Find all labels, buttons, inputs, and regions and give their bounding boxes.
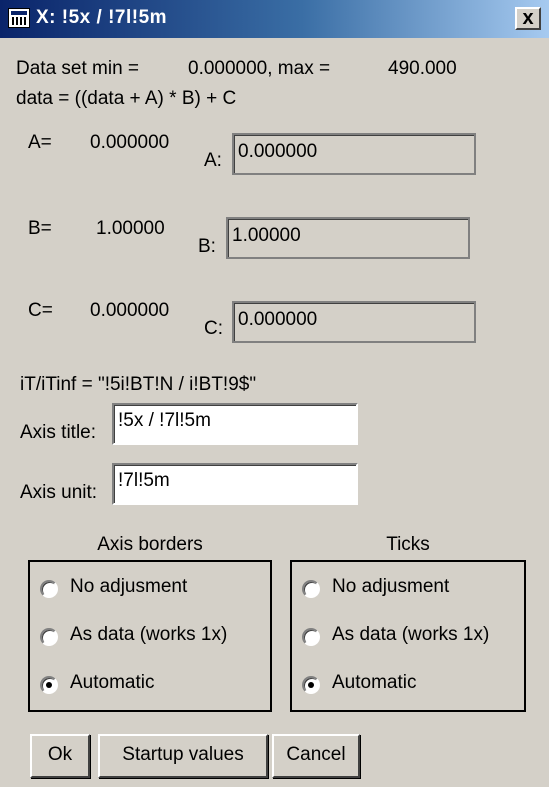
param-a-label: A= xyxy=(28,132,52,153)
param-c-field[interactable]: 0.000000 xyxy=(232,301,476,343)
axis-borders-radio-no-adjust[interactable] xyxy=(40,580,58,598)
param-b-field[interactable]: 1.00000 xyxy=(226,217,470,259)
ticks-option-label: Automatic xyxy=(332,672,417,693)
ticks-radio-automatic[interactable] xyxy=(302,676,320,694)
param-c-value: 0.000000 xyxy=(90,300,170,321)
ok-button[interactable]: Ok xyxy=(30,734,90,778)
axis-unit-label: Axis unit: xyxy=(20,482,98,503)
axis-borders-radio-automatic[interactable] xyxy=(40,676,58,694)
param-c-field-label: C: xyxy=(204,318,223,339)
max-value: 490.000 xyxy=(388,58,457,79)
cancel-button[interactable]: Cancel xyxy=(272,734,360,778)
axis-borders-option-label: As data (works 1x) xyxy=(70,624,228,645)
ticks-title: Ticks xyxy=(386,534,430,555)
param-a-field[interactable]: 0.000000 xyxy=(232,133,476,175)
formula-text: data = ((data + A) * B) + C xyxy=(16,88,237,109)
axis-borders-group: No adjusment As data (works 1x) Automati… xyxy=(28,560,272,712)
ticks-radio-as-data[interactable] xyxy=(302,628,320,646)
window-title: X: !5x / !7l!5m xyxy=(36,7,168,28)
title-bar: X: !5x / !7l!5m x xyxy=(0,0,549,38)
param-c-label: C= xyxy=(28,300,53,321)
ticks-option-label: As data (works 1x) xyxy=(332,624,490,645)
param-b-value: 1.00000 xyxy=(96,218,165,239)
range-label: Data set min = xyxy=(16,58,140,79)
param-b-field-label: B: xyxy=(198,236,216,257)
axis-title-label: Axis title: xyxy=(20,422,97,443)
window-icon xyxy=(8,8,30,28)
ticks-group: No adjusment As data (works 1x) Automati… xyxy=(290,560,526,712)
axis-borders-radio-as-data[interactable] xyxy=(40,628,58,646)
axis-borders-option-label: Automatic xyxy=(70,672,155,693)
min-value: 0.000000, max = xyxy=(188,58,331,79)
param-b-label: B= xyxy=(28,218,52,239)
startup-values-button[interactable]: Startup values xyxy=(98,734,268,778)
tinf-text: iT/iTinf = "!5i!BT!N / i!BT!9$" xyxy=(20,374,257,395)
axis-borders-option-label: No adjusment xyxy=(70,576,188,597)
axis-borders-title: Axis borders xyxy=(97,534,203,555)
close-button[interactable]: x xyxy=(515,7,541,30)
param-a-value: 0.000000 xyxy=(90,132,170,153)
axis-title-input[interactable]: !5x / !7l!5m xyxy=(112,403,358,445)
ticks-option-label: No adjusment xyxy=(332,576,450,597)
ticks-radio-no-adjust[interactable] xyxy=(302,580,320,598)
param-a-field-label: A: xyxy=(204,150,222,171)
axis-unit-input[interactable]: !7l!5m xyxy=(112,463,358,505)
